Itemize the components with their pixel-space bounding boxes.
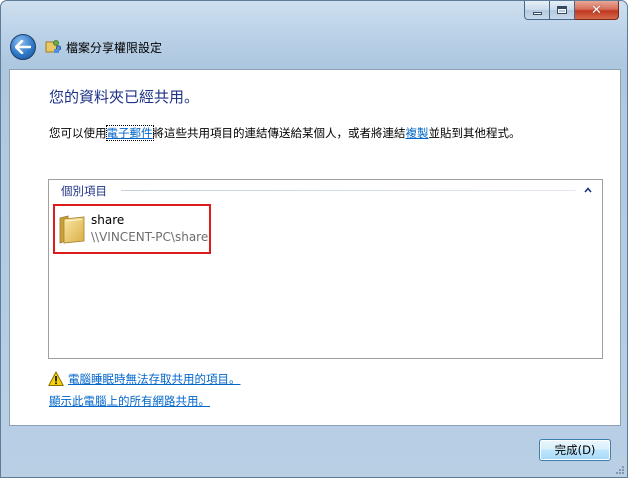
desc-suffix: 並貼到其他程式。 [428, 126, 521, 140]
email-link[interactable]: 電子郵件 [105, 125, 154, 141]
window-title: 檔案分享權限設定 [66, 41, 163, 55]
file-sharing-icon [45, 40, 61, 53]
back-arrow-icon [15, 40, 31, 54]
maximize-button[interactable] [550, 1, 575, 20]
item-path: \\VINCENT-PC\share [91, 230, 209, 244]
desc-prefix: 您可以使用 [49, 126, 107, 140]
copy-link[interactable]: 複製 [406, 126, 429, 140]
sleep-warning-link[interactable]: 電腦睡眠時無法存取共用的項目。 [68, 371, 241, 387]
window-frame: ✕ 檔案分享權限設定 您的資料夾已經共用。 您可以使用電子郵件將這些共用項目的連… [0, 0, 628, 478]
close-button[interactable]: ✕ [575, 1, 619, 20]
group-collapse-button[interactable] [582, 184, 594, 196]
caption-buttons: ✕ [524, 1, 619, 21]
shared-items-list: 個別項目 share \\VINCENT-PC\share [48, 179, 603, 359]
finish-button[interactable]: 完成(D) [539, 439, 611, 461]
maximize-icon [557, 6, 567, 14]
page-heading: 您的資料夾已經共用。 [49, 88, 200, 106]
show-all-shares-link[interactable]: 顯示此電腦上的所有網路共用。 [49, 394, 210, 408]
minimize-icon [532, 12, 542, 15]
content-panel: 您的資料夾已經共用。 您可以使用電子郵件將這些共用項目的連結傳送給某個人，或者將… [9, 69, 621, 426]
folder-icon [59, 215, 85, 244]
minimize-button[interactable] [524, 1, 550, 20]
desc-middle: 將這些共用項目的連結傳送給某個人，或者將連結 [152, 126, 406, 140]
group-divider [121, 190, 576, 191]
group-label: 個別項目 [61, 183, 111, 199]
resize-grip-icon[interactable] [615, 465, 625, 475]
item-name: share [91, 213, 125, 227]
back-button[interactable] [10, 34, 36, 60]
close-icon: ✕ [591, 2, 602, 18]
sleep-warning-row: 電腦睡眠時無法存取共用的項目。 [48, 370, 241, 388]
warning-icon [48, 371, 64, 386]
show-all-shares-row: 顯示此電腦上的所有網路共用。 [49, 393, 210, 409]
group-header: 個別項目 [49, 180, 602, 200]
shared-item-share[interactable]: share \\VINCENT-PC\share [53, 204, 211, 254]
chevron-up-icon [584, 187, 592, 193]
description-text: 您可以使用電子郵件將這些共用項目的連結傳送給某個人，或者將連結複製並貼到其他程式… [49, 125, 521, 141]
